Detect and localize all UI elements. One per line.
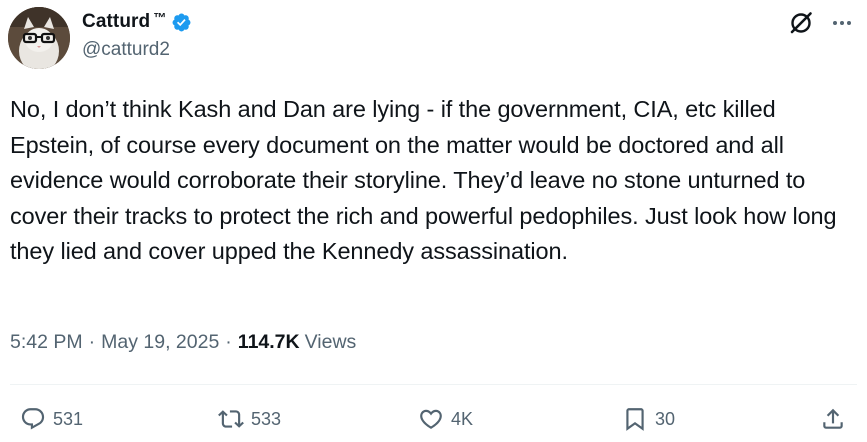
like-icon [420,409,442,429]
reply-count: 531 [53,408,84,429]
avatar-image [8,7,70,69]
author-handle[interactable]: @catturd2 [82,39,170,61]
views-label: Views [304,331,357,353]
bookmark-icon [626,408,644,431]
separator-dot: · [225,331,232,353]
views-count: 114.7K [237,331,300,353]
tweet-time[interactable]: 5:42 PM [10,331,83,354]
like-count: 4K [451,408,474,429]
tweet-date[interactable]: May 19, 2025 [101,331,219,354]
author-name-row[interactable]: Catturd ™ [82,10,192,34]
like-button[interactable]: 4K [418,406,473,432]
trademark-symbol: ™ [153,9,167,25]
reply-icon [21,408,45,430]
tweet-meta: 5:42 PM · May 19, 2025 · 114.7K Views [10,331,356,354]
repost-icon [218,410,244,428]
tweet-text: No, I don’t think Kash and Dan are lying… [10,96,843,264]
share-button[interactable] [820,406,846,432]
display-name[interactable]: Catturd [82,11,150,33]
repost-button[interactable]: 533 [218,406,281,432]
repost-count: 533 [251,408,282,429]
bookmark-count: 30 [655,408,676,429]
more-icon[interactable] [827,12,857,34]
divider [10,384,857,385]
separator-dot: · [88,331,96,353]
share-icon [823,408,843,429]
grok-icon[interactable] [788,10,814,36]
reply-button[interactable]: 531 [20,406,83,432]
verified-badge-icon [171,12,192,33]
avatar[interactable] [8,7,70,69]
bookmark-button[interactable]: 30 [622,406,675,432]
